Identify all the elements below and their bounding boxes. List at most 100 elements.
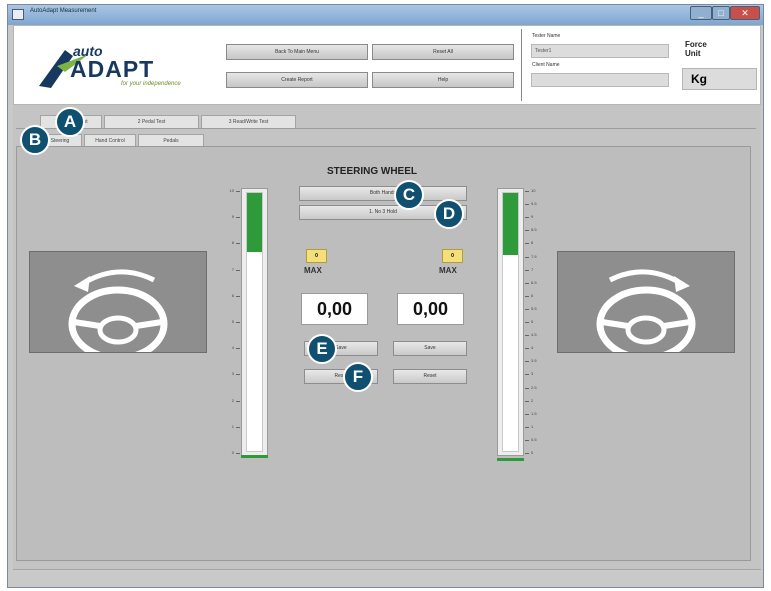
gauge-tick xyxy=(236,191,240,192)
logo-text-main: ADAPT xyxy=(70,56,155,82)
gauge-tick-label: 1 xyxy=(231,423,234,429)
left-gauge-base xyxy=(241,455,268,458)
gauge-tick xyxy=(525,282,529,284)
steering-wheel-right-icon xyxy=(596,269,696,362)
force-unit-value[interactable]: Kg xyxy=(682,68,757,90)
right-max-label: MAX xyxy=(439,266,457,275)
gauge-tick xyxy=(525,191,529,192)
callout-b: B xyxy=(20,125,50,155)
gauge-tick xyxy=(525,374,529,376)
gauge-tick xyxy=(525,453,529,454)
tester-name-label: Tester Name xyxy=(532,33,561,39)
gauge-tick-label: 1.5 xyxy=(531,410,537,416)
gauge-tick-label: 5 xyxy=(531,319,534,324)
gauge-tick-label: 7 xyxy=(531,266,534,272)
tab-divider xyxy=(16,128,756,129)
gauge-tick-label: 5.5 xyxy=(531,305,537,311)
gauge-tick-label: 2.5 xyxy=(531,384,537,390)
gauge-tick xyxy=(525,426,529,428)
steering-wheel-title: STEERING WHEEL xyxy=(327,166,418,177)
gauge-tick-label: 4 xyxy=(531,345,534,351)
header-divider xyxy=(521,29,522,101)
gauge-tick-label: 0 xyxy=(231,450,234,455)
client-name-label: Client Name xyxy=(532,62,560,68)
callout-d: D xyxy=(434,199,464,229)
help-button[interactable]: Help xyxy=(372,72,514,88)
gauge-tick-label: 3 xyxy=(231,371,234,377)
gauge-tick xyxy=(236,243,240,245)
tab-pedal-test[interactable]: 2 Pedal Test xyxy=(104,115,199,128)
gauge-tick-label: 3 xyxy=(531,371,534,377)
gauge-tick-label: 6.5 xyxy=(531,279,537,285)
right-force-gauge xyxy=(497,188,524,456)
gauge-tick xyxy=(525,322,529,323)
right-save-button[interactable]: Save xyxy=(393,341,467,356)
gauge-tick xyxy=(236,322,240,323)
left-gauge-scale: 10 9 8 7 6 5 4 3 2 1 0 xyxy=(220,188,240,456)
app-icon xyxy=(12,9,24,20)
create-report-button[interactable]: Create Report xyxy=(226,72,368,88)
gauge-tick-label: 6 xyxy=(531,292,534,298)
callout-a: A xyxy=(55,107,85,137)
gauge-tick-label: 4 xyxy=(231,345,234,351)
left-force-gauge xyxy=(241,188,268,456)
tab-read-write-test[interactable]: 3 Read/Write Test xyxy=(201,115,296,128)
gauge-tick xyxy=(525,295,529,297)
status-bar xyxy=(13,569,761,586)
maximize-icon[interactable]: □ xyxy=(712,6,730,20)
gauge-tick xyxy=(236,453,240,454)
gauge-tick xyxy=(525,269,529,271)
back-to-main-menu-button[interactable]: Back To Main Menu xyxy=(226,44,368,60)
gauge-tick xyxy=(525,256,529,258)
left-gauge-fill xyxy=(247,193,262,253)
left-force-value: 0,00 xyxy=(301,293,368,325)
gauge-tick xyxy=(525,308,529,310)
gauge-tick xyxy=(236,295,240,297)
right-gauge-fill xyxy=(503,193,518,255)
gauge-tick xyxy=(236,217,240,219)
gauge-tick-label: 5 xyxy=(231,319,234,324)
callout-e: E xyxy=(307,334,337,364)
gauge-tick xyxy=(525,204,529,206)
title-bar[interactable] xyxy=(8,5,763,25)
gauge-tick-label: 8.5 xyxy=(531,227,537,233)
gauge-tick xyxy=(525,387,529,389)
minimize-icon[interactable]: _ xyxy=(690,6,712,20)
gauge-tick xyxy=(525,413,529,415)
gauge-tick-label: 0.5 xyxy=(531,436,537,442)
gauge-tick xyxy=(525,335,529,337)
window-title: AutoAdapt Measurement xyxy=(30,8,97,14)
gauge-tick-label: 7 xyxy=(231,266,234,272)
right-reset-button[interactable]: Reset xyxy=(393,369,467,384)
client-name-field[interactable] xyxy=(531,73,669,87)
gauge-tick-label: 10 xyxy=(229,188,234,193)
gauge-tick-label: 2 xyxy=(231,397,234,403)
gauge-tick-label: 4.5 xyxy=(531,332,537,338)
gauge-tick-label: 10 xyxy=(531,188,536,193)
right-gauge-scale: 10 9.5 9 8.5 8 7.5 7 6.5 6 5.5 5 4.5 4 3.5 3 2.5 2 1.5 1 0.… xyxy=(525,188,545,456)
gauge-tick-label: 8 xyxy=(531,240,534,246)
right-force-value: 0,00 xyxy=(397,293,464,325)
gauge-tick-label: 9.5 xyxy=(531,201,537,207)
close-icon[interactable]: ✕ xyxy=(730,6,760,20)
both-hands-button[interactable]: Both Hands xyxy=(299,186,467,201)
gauge-tick xyxy=(525,439,529,441)
callout-c: C xyxy=(394,180,424,210)
left-turn-wheel-panel xyxy=(29,251,207,362)
tester-name-field[interactable]: Tester1 xyxy=(531,44,669,58)
gauge-tick-label: 8 xyxy=(231,240,234,246)
reset-all-button[interactable]: Reset All xyxy=(372,44,514,60)
right-gauge-base xyxy=(497,458,524,461)
gauge-tick-label: 3.5 xyxy=(531,358,537,364)
right-max-value: 0 xyxy=(442,249,463,263)
gauge-tick xyxy=(525,243,529,245)
gauge-tick xyxy=(525,348,529,350)
gauge-tick xyxy=(236,374,240,376)
gauge-tick xyxy=(525,217,529,219)
gauge-tick xyxy=(236,348,240,350)
gauge-tick xyxy=(236,400,240,402)
gauge-tick-label: 9 xyxy=(231,214,234,220)
logo-tagline: for your independence xyxy=(121,81,181,87)
force-unit-label: Force Unit xyxy=(685,40,707,58)
callout-f: F xyxy=(343,362,373,392)
